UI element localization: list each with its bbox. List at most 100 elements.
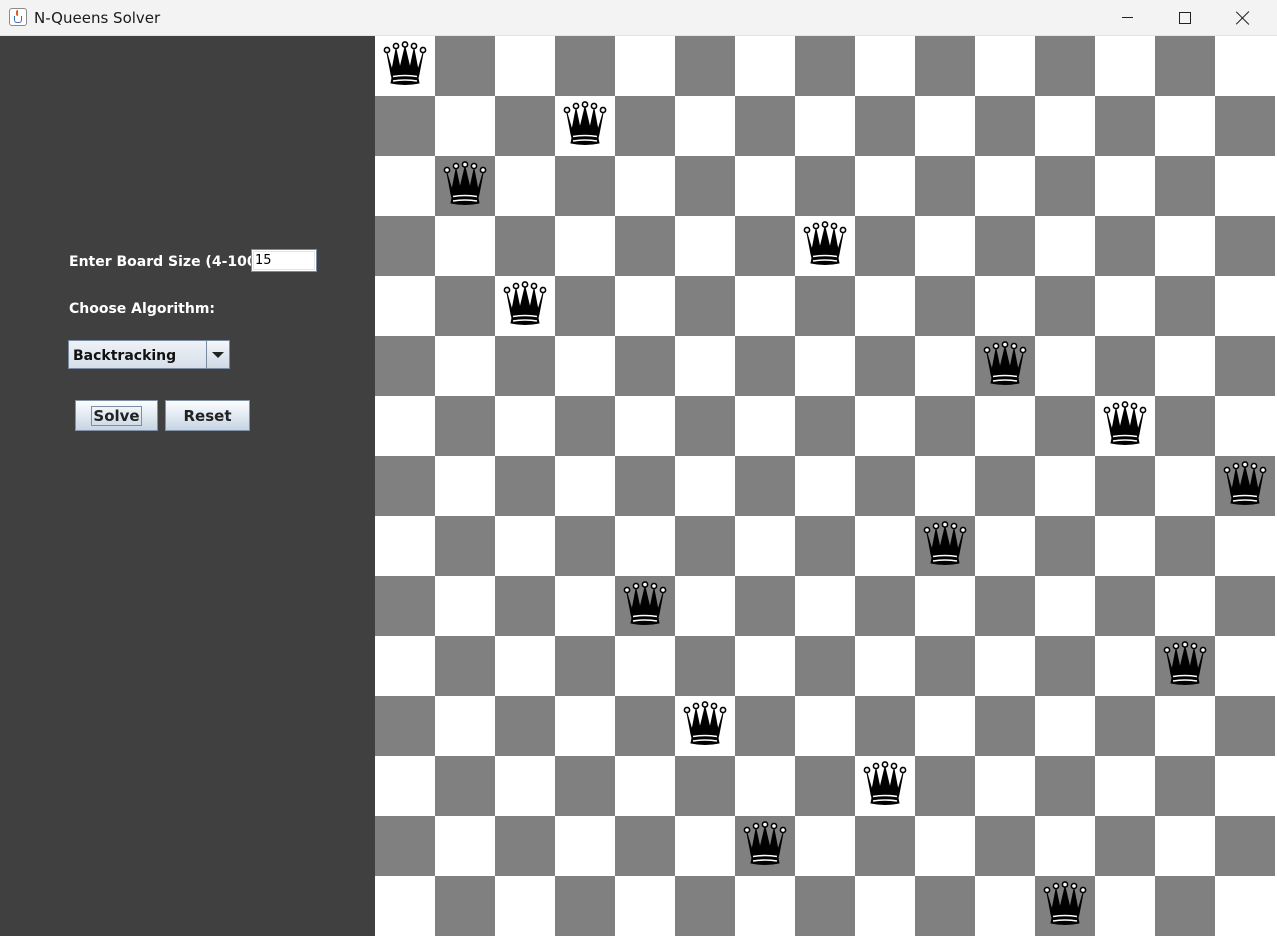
solve-button[interactable]: Solve [75,400,158,431]
board-size-input[interactable] [251,249,317,272]
board-cell [555,96,615,156]
board-cell [495,756,555,816]
board-cell [555,156,615,216]
board-cell [1035,216,1095,276]
board-cell [795,696,855,756]
algorithm-select[interactable]: Backtracking [68,340,230,369]
board-cell [615,636,675,696]
board-cell [795,876,855,936]
board-cell [555,36,615,96]
board-cell [915,696,975,756]
chess-queen-icon [1221,460,1269,513]
board-cell [1215,876,1275,936]
board-cell [975,756,1035,816]
board-cell [555,396,615,456]
reset-button-label: Reset [183,406,232,425]
board-cell [495,816,555,876]
board-cell [1155,156,1215,216]
board-cell [795,276,855,336]
board-cell [1215,696,1275,756]
board-cell [495,276,555,336]
board-cell [975,336,1035,396]
board-cell [675,156,735,216]
board-cell [975,516,1035,576]
board-cell [795,816,855,876]
board-cell [615,96,675,156]
board-cell [855,156,915,216]
chess-queen-icon [741,820,789,873]
board-cell [735,396,795,456]
maximize-button[interactable] [1156,0,1214,35]
board-cell [375,816,435,876]
board-cell [1035,516,1095,576]
board-cell [1095,216,1155,276]
board-cell [615,156,675,216]
board-cell [435,876,495,936]
board-cell [675,576,735,636]
board-cell [675,36,735,96]
board-cell [615,576,675,636]
board-cell [855,336,915,396]
board-cell [555,276,615,336]
board-cell [435,696,495,756]
board-cell [495,636,555,696]
chess-board [375,36,1275,936]
board-cell [1095,876,1155,936]
board-cell [915,456,975,516]
board-cell [1215,216,1275,276]
chess-queen-icon [501,280,549,333]
board-cell [375,36,435,96]
board-cell [1215,336,1275,396]
board-cell [795,36,855,96]
board-cell [1035,336,1095,396]
board-cell [555,216,615,276]
board-cell [675,216,735,276]
board-cell [735,516,795,576]
board-cell [1215,156,1275,216]
board-cell [555,336,615,396]
board-cell [855,816,915,876]
board-cell [1155,576,1215,636]
board-cell [495,36,555,96]
minimize-icon [1121,17,1133,18]
control-panel: Enter Board Size (4-100): Choose Algorit… [0,36,375,936]
board-cell [855,756,915,816]
board-cell [1095,156,1155,216]
board-cell [435,576,495,636]
board-cell [675,516,735,576]
board-cell [435,36,495,96]
board-cell [855,36,915,96]
board-cell [375,336,435,396]
board-cell [495,516,555,576]
board-cell [975,156,1035,216]
board-cell [375,636,435,696]
board-cell [1095,96,1155,156]
solve-button-label: Solve [91,405,142,426]
board-cell [435,156,495,216]
board-cell [1095,576,1155,636]
board-cell [435,276,495,336]
board-cell [615,276,675,336]
board-cell [1095,36,1155,96]
board-cell [735,636,795,696]
board-cell [1035,576,1095,636]
board-cell [915,336,975,396]
board-cell [795,336,855,396]
minimize-button[interactable] [1098,0,1156,35]
board-cell [735,336,795,396]
board-cell [615,216,675,276]
close-button[interactable] [1214,0,1272,35]
board-cell [555,516,615,576]
dropdown-arrow-button[interactable] [206,341,229,368]
reset-button[interactable]: Reset [165,400,250,431]
board-cell [375,516,435,576]
board-cell [1095,816,1155,876]
board-cell [915,396,975,456]
board-cell [795,216,855,276]
board-cell [375,696,435,756]
board-cell [1215,456,1275,516]
board-cell [975,96,1035,156]
board-cell [1155,276,1215,336]
chess-queen-icon [561,100,609,153]
board-cell [975,576,1035,636]
